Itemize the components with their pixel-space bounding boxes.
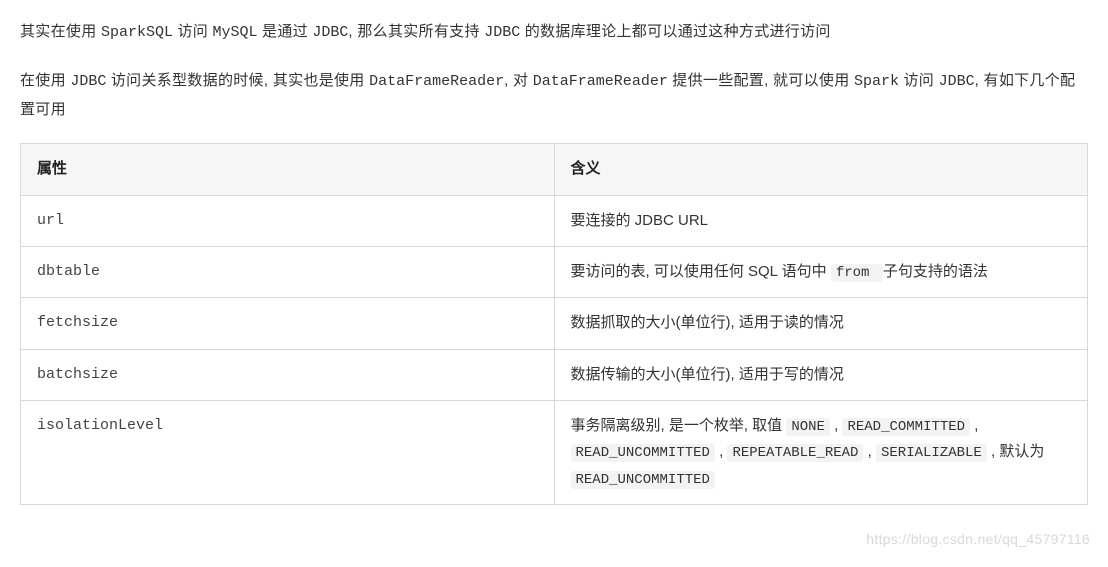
code: REPEATABLE_READ [727, 444, 863, 462]
header-meaning: 含义 [554, 144, 1088, 195]
watermark: https://blog.csdn.net/qq_45797116 [866, 527, 1090, 553]
text: , 默认为 [987, 443, 1045, 460]
text: , [830, 417, 843, 434]
config-table: 属性 含义 url 要连接的 JDBC URL dbtable 要访问的表, 可… [20, 143, 1088, 505]
text: 在使用 [20, 72, 70, 89]
table-header-row: 属性 含义 [21, 144, 1088, 195]
cell-desc: 要连接的 JDBC URL [554, 195, 1088, 246]
text: 访问关系型数据的时候, 其实也是使用 [106, 72, 369, 89]
text: , [970, 417, 978, 434]
text-mono: JDBC [939, 73, 975, 90]
code: NONE [786, 418, 830, 436]
header-property: 属性 [21, 144, 555, 195]
table-row: dbtable 要访问的表, 可以使用任何 SQL 语句中 from 子句支持的… [21, 246, 1088, 298]
text-mono: JDBC [484, 24, 520, 41]
text: 的数据库理论上都可以通过这种方式进行访问 [520, 23, 830, 40]
cell-desc: 事务隔离级别, 是一个枚举, 取值 NONE , READ_COMMITTED … [554, 400, 1088, 505]
text: 提供一些配置, 就可以使用 [668, 72, 854, 89]
text: 要连接的 JDBC URL [571, 212, 709, 229]
text: 是通过 [258, 23, 313, 40]
text: 数据传输的大小(单位行), 适用于写的情况 [571, 366, 844, 383]
text-mono: JDBC [312, 24, 348, 41]
cell-prop: dbtable [21, 246, 555, 298]
cell-prop: isolationLevel [21, 400, 555, 505]
text: , [715, 443, 728, 460]
text: , [863, 443, 876, 460]
text-mono: SparkSQL [101, 24, 173, 41]
code: READ_UNCOMMITTED [571, 471, 715, 489]
text-mono: DataFrameReader [533, 73, 668, 90]
cell-prop: fetchsize [21, 298, 555, 349]
text: 访问 [899, 72, 939, 89]
code: READ_UNCOMMITTED [571, 444, 715, 462]
text: 子句支持的语法 [883, 263, 988, 280]
text: 数据抓取的大小(单位行), 适用于读的情况 [571, 314, 844, 331]
text: , 对 [504, 72, 533, 89]
cell-desc: 数据传输的大小(单位行), 适用于写的情况 [554, 349, 1088, 400]
cell-desc: 数据抓取的大小(单位行), 适用于读的情况 [554, 298, 1088, 349]
table-row: url 要连接的 JDBC URL [21, 195, 1088, 246]
text: , 那么其实所有支持 [348, 23, 484, 40]
code: READ_COMMITTED [842, 418, 970, 436]
code: SERIALIZABLE [876, 444, 987, 462]
cell-desc: 要访问的表, 可以使用任何 SQL 语句中 from 子句支持的语法 [554, 246, 1088, 298]
intro-paragraph-2: 在使用 JDBC 访问关系型数据的时候, 其实也是使用 DataFrameRea… [20, 67, 1088, 124]
cell-prop: url [21, 195, 555, 246]
text: 事务隔离级别, 是一个枚举, 取值 [571, 417, 787, 434]
table-row: isolationLevel 事务隔离级别, 是一个枚举, 取值 NONE , … [21, 400, 1088, 505]
table-row: fetchsize 数据抓取的大小(单位行), 适用于读的情况 [21, 298, 1088, 349]
text: 其实在使用 [20, 23, 101, 40]
text-mono: JDBC [70, 73, 106, 90]
text-mono: Spark [854, 73, 899, 90]
cell-prop: batchsize [21, 349, 555, 400]
table-row: batchsize 数据传输的大小(单位行), 适用于写的情况 [21, 349, 1088, 400]
text-mono: MySQL [213, 24, 258, 41]
text: 要访问的表, 可以使用任何 SQL 语句中 [571, 263, 831, 280]
text-mono: DataFrameReader [369, 73, 504, 90]
intro-paragraph-1: 其实在使用 SparkSQL 访问 MySQL 是通过 JDBC, 那么其实所有… [20, 18, 1088, 47]
text: 访问 [173, 23, 213, 40]
code: from [831, 264, 883, 282]
